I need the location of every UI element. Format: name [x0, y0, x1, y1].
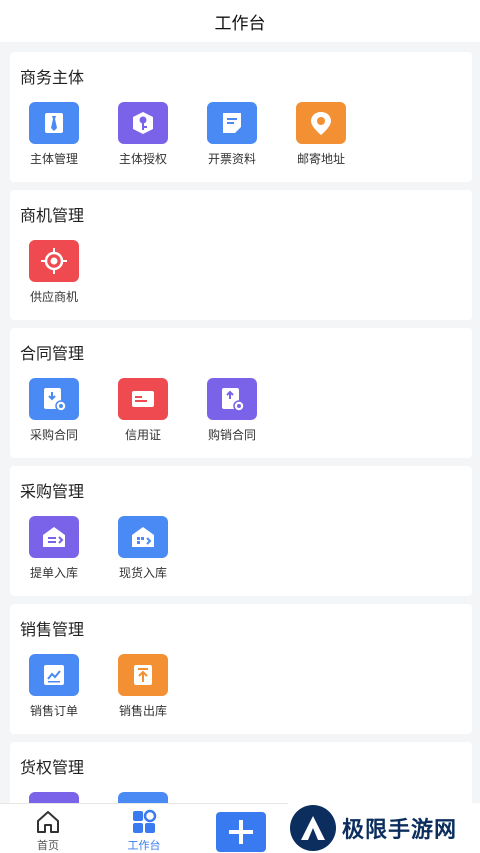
warehouse-in-icon	[29, 516, 79, 558]
entity-management-button[interactable]: 主体管理	[10, 102, 98, 172]
add-button[interactable]	[216, 812, 266, 852]
cargo-rights-item-1[interactable]	[10, 792, 98, 803]
spot-inbound-button[interactable]: 现货入库	[99, 516, 187, 586]
watermark-logo-icon	[290, 805, 336, 851]
tab-home-label: 首页	[37, 839, 59, 852]
section-contract: 合同管理 采购合同 信用证 购销合同	[10, 328, 472, 458]
sales-contract-icon	[207, 378, 257, 420]
supply-opportunity-button[interactable]: 供应商机	[10, 240, 98, 310]
section-sales: 销售管理 销售订单 销售出库	[10, 604, 472, 734]
bill-inbound-button[interactable]: 提单入库	[10, 516, 98, 586]
box-out-icon	[118, 654, 168, 696]
section-title: 商机管理	[20, 206, 85, 225]
letter-of-credit-button[interactable]: 信用证	[99, 378, 187, 448]
section-title: 采购管理	[20, 482, 85, 501]
target-icon	[29, 240, 79, 282]
home-icon	[37, 811, 59, 833]
plus-icon	[229, 820, 253, 844]
section-opportunity: 商机管理 供应商机	[10, 190, 472, 320]
warehouse-stock-icon	[118, 792, 168, 803]
chart-icon	[29, 654, 79, 696]
section-title: 货权管理	[20, 758, 85, 777]
watermark: 极限手游网	[288, 803, 480, 853]
tie-icon	[29, 102, 79, 144]
section-title: 合同管理	[20, 344, 85, 363]
workbench-content[interactable]: 商务主体 主体管理 主体授权 开票资料 邮寄地址 商机管理 供应商机 合同管理 …	[0, 42, 480, 803]
document-icon	[207, 102, 257, 144]
cargo-rights-item-2[interactable]	[99, 792, 187, 803]
invoice-info-button[interactable]: 开票资料	[188, 102, 276, 172]
purchase-contract-icon	[29, 378, 79, 420]
purchase-contract-button[interactable]: 采购合同	[10, 378, 98, 448]
section-title: 销售管理	[20, 620, 85, 639]
card-icon	[118, 378, 168, 420]
mailing-address-button[interactable]: 邮寄地址	[277, 102, 365, 172]
location-pin-icon	[296, 102, 346, 144]
sales-order-button[interactable]: 销售订单	[10, 654, 98, 724]
section-title: 商务主体	[20, 68, 85, 87]
tab-workbench[interactable]: 工作台	[96, 804, 192, 853]
section-business-entity: 商务主体 主体管理 主体授权 开票资料 邮寄地址	[10, 52, 472, 182]
warehouse-in-icon	[29, 792, 79, 803]
section-procurement: 采购管理 提单入库 现货入库	[10, 466, 472, 596]
tab-workbench-label: 工作台	[127, 839, 161, 852]
entity-authorization-button[interactable]: 主体授权	[99, 102, 187, 172]
watermark-text: 极限手游网	[342, 817, 458, 843]
tab-home[interactable]: 首页	[0, 804, 96, 853]
warehouse-stock-icon	[118, 516, 168, 558]
sales-contract-button[interactable]: 购销合同	[188, 378, 276, 448]
grid-icon	[133, 809, 157, 833]
top-bar: 工作台	[0, 0, 480, 42]
section-cargo-rights: 货权管理	[10, 742, 472, 803]
sales-outbound-button[interactable]: 销售出库	[99, 654, 187, 724]
key-icon	[118, 102, 168, 144]
page-title: 工作台	[214, 13, 266, 34]
